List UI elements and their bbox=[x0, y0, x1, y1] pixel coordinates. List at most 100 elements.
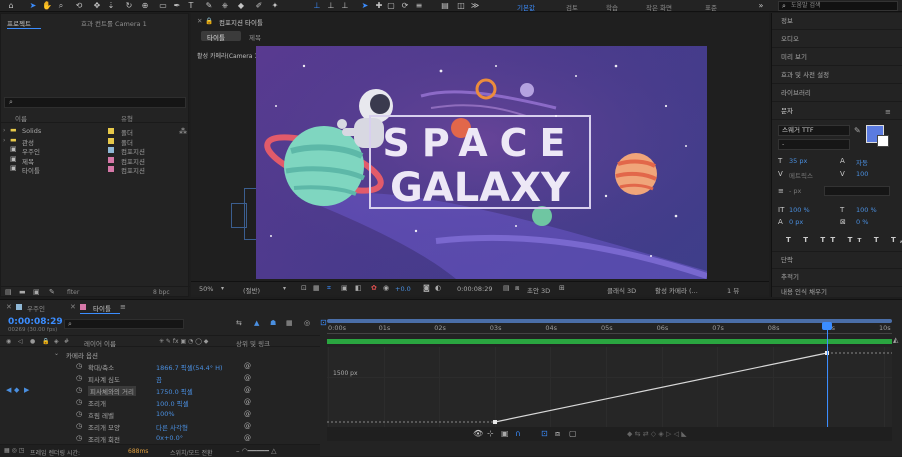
frame-blending-icon[interactable]: ▦ bbox=[286, 319, 293, 327]
workspace-menu-icon[interactable]: » bbox=[756, 1, 766, 11]
expression-pickwhip-icon[interactable]: @ bbox=[244, 422, 251, 430]
type-tool-icon[interactable]: T bbox=[186, 1, 196, 11]
draft-3d-toggle[interactable]: 초안 3D bbox=[527, 285, 550, 295]
show-transform-box-icon[interactable]: ▣ bbox=[501, 429, 509, 438]
show-properties-icon[interactable]: 👁 bbox=[473, 429, 483, 438]
puppet-pin-icon[interactable]: ✦ bbox=[270, 1, 280, 11]
chevron-down-icon[interactable]: ⌄ bbox=[54, 350, 59, 357]
guides-icon[interactable]: ◧ bbox=[355, 284, 362, 292]
stopwatch-icon[interactable]: ◷ bbox=[76, 398, 82, 406]
property-name[interactable]: 조리개 bbox=[88, 398, 106, 408]
layer-duration-bar[interactable] bbox=[327, 339, 892, 344]
snap-icon[interactable]: ∩ bbox=[515, 429, 521, 438]
panel-menu-icon[interactable]: ≡ bbox=[120, 303, 126, 311]
brush-tool-icon[interactable]: ✎ bbox=[204, 1, 214, 11]
property-value[interactable]: 100% bbox=[156, 410, 175, 418]
property-value[interactable]: 끔 bbox=[156, 374, 162, 384]
label-color-swatch[interactable] bbox=[108, 137, 114, 144]
keyframe-point[interactable] bbox=[493, 420, 497, 424]
snap-box-icon[interactable]: ▢ bbox=[386, 1, 396, 11]
eraser-tool-icon[interactable]: ◆ bbox=[236, 1, 246, 11]
audio-icon[interactable]: ◁ bbox=[18, 338, 23, 345]
tracking-value[interactable]: 100 bbox=[856, 170, 868, 178]
font-size-value[interactable]: 35 px bbox=[789, 157, 807, 165]
expression-pickwhip-icon[interactable]: @ bbox=[244, 362, 251, 370]
stroke-color-swatch[interactable] bbox=[877, 135, 889, 147]
show-snapshot-icon[interactable]: ◐ bbox=[435, 284, 441, 292]
tab-project[interactable]: 프로젝트 bbox=[7, 18, 31, 28]
panel-tracker[interactable]: 추적기 bbox=[772, 269, 902, 287]
close-icon[interactable]: ✕ bbox=[70, 303, 76, 311]
viewer-timecode[interactable]: 0:00:08:29 bbox=[457, 285, 493, 293]
number-icon[interactable]: # bbox=[64, 338, 69, 345]
chevron-right-icon[interactable]: › bbox=[3, 137, 5, 144]
keyframe-nav-next-icon[interactable]: ▶ bbox=[24, 386, 29, 394]
pen-tool-icon[interactable]: ✒ bbox=[172, 1, 182, 11]
align-label-icon[interactable]: ≡ bbox=[414, 1, 424, 11]
property-value[interactable]: 1866.7 픽셀(54.4° H) bbox=[156, 362, 223, 372]
font-family-select[interactable]: 스웨거 TTF bbox=[778, 125, 850, 136]
expression-pickwhip-icon[interactable]: @ bbox=[244, 410, 251, 418]
column-layer-name[interactable]: 레이어 이름 bbox=[84, 338, 116, 348]
motion-blur-icon[interactable]: ◎ bbox=[304, 319, 310, 327]
selection-tool-icon[interactable]: ➤ bbox=[28, 1, 38, 11]
snap-icon[interactable]: ➤ bbox=[360, 1, 370, 11]
clone-stamp-icon[interactable]: ⎈ bbox=[220, 1, 230, 11]
dolly-camera-icon[interactable]: ⇣ bbox=[106, 1, 116, 11]
property-name[interactable]: 피사체와의 거리 bbox=[88, 386, 136, 396]
axis-view-icon[interactable]: ⊥ bbox=[340, 1, 350, 11]
stopwatch-icon[interactable]: ◷ bbox=[76, 374, 82, 382]
vertical-scale-value[interactable]: 100 % bbox=[789, 206, 810, 214]
panel-paragraph[interactable]: 단락 bbox=[772, 251, 902, 269]
property-value[interactable]: 1750.0 픽셀 bbox=[156, 386, 193, 396]
guides-icon[interactable]: ◫ bbox=[456, 1, 466, 11]
workspace-learn[interactable]: 학습 bbox=[606, 2, 618, 12]
separate-dimensions-icon[interactable]: ▢ bbox=[569, 429, 577, 438]
anchor-tool-icon[interactable]: ⊕ bbox=[140, 1, 150, 11]
camera-view-select[interactable]: 활성 카메라 (... bbox=[655, 285, 698, 295]
exposure-reset-icon[interactable]: ◉ bbox=[383, 284, 389, 292]
chevron-right-icon[interactable]: › bbox=[3, 127, 5, 134]
breadcrumb-next[interactable]: 제목 bbox=[249, 32, 261, 42]
tab-effect-controls[interactable]: 효과 컨트롤 Camera 1 bbox=[81, 18, 147, 28]
keyframe-diamond-icon[interactable]: ◆ bbox=[14, 386, 19, 394]
rectangle-tool-icon[interactable]: ▭ bbox=[158, 1, 168, 11]
property-name[interactable]: 조리개 회전 bbox=[88, 434, 120, 444]
home-icon[interactable]: ⌂ bbox=[6, 1, 16, 11]
label-color-swatch[interactable] bbox=[108, 147, 114, 153]
font-style-select[interactable]: - bbox=[778, 139, 850, 150]
project-item[interactable]: › ▬ Solids 폴더 bbox=[3, 126, 187, 137]
shy-layers-icon[interactable]: ☗ bbox=[270, 319, 276, 327]
stroke-width-value[interactable]: - px bbox=[789, 187, 801, 195]
column-parent[interactable]: 상위 및 링크 bbox=[236, 338, 270, 348]
property-name[interactable]: 확대/축소 bbox=[88, 362, 114, 372]
tab-composition[interactable]: 컴포지션 타이틀 bbox=[219, 17, 263, 27]
axis-world-icon[interactable]: ⊥ bbox=[326, 1, 336, 11]
transparency-grid-icon[interactable]: ▦ bbox=[313, 284, 320, 292]
expression-pickwhip-icon[interactable]: @ bbox=[244, 374, 251, 382]
baseline-shift-value[interactable]: 0 px bbox=[789, 218, 803, 226]
stroke-mode-select[interactable] bbox=[824, 186, 890, 196]
tab-title[interactable]: 타이틀 bbox=[93, 303, 111, 313]
panel-info[interactable]: 정보 bbox=[772, 13, 902, 30]
close-icon[interactable]: ✕ bbox=[6, 303, 12, 311]
horizontal-scale-value[interactable]: 100 % bbox=[856, 206, 877, 214]
comp-marker-icon[interactable]: ◭ bbox=[893, 336, 898, 344]
fast-preview-icon[interactable]: ▤ bbox=[503, 284, 510, 292]
group-camera-options[interactable]: 카메라 옵션 bbox=[66, 350, 98, 360]
playhead-handle[interactable] bbox=[822, 322, 832, 330]
grid-icon[interactable]: ▣ bbox=[341, 284, 348, 292]
comp-flowchart-icon[interactable]: ⇆ bbox=[236, 319, 242, 327]
bit-depth[interactable]: 8 bpc bbox=[153, 289, 170, 296]
help-search-input[interactable]: 도움말 검색 bbox=[778, 1, 898, 11]
new-composition-icon[interactable]: ▣ bbox=[33, 288, 40, 296]
draft-3d-icon[interactable]: ▲ bbox=[254, 319, 259, 327]
panel-content-aware-fill[interactable]: 내용 인식 채우기 bbox=[772, 287, 902, 297]
label-color-swatch[interactable] bbox=[108, 166, 114, 172]
text-style-buttons[interactable]: T T TT Tт T T, bbox=[786, 236, 902, 244]
stopwatch-icon[interactable]: ◷ bbox=[76, 410, 82, 418]
workspace-small-screen[interactable]: 작은 화면 bbox=[646, 2, 672, 12]
panel-character[interactable]: 문자 bbox=[772, 103, 902, 120]
toggle-view-icon[interactable]: ⧈ bbox=[515, 284, 519, 293]
property-name[interactable]: 조리개 모양 bbox=[88, 422, 120, 432]
